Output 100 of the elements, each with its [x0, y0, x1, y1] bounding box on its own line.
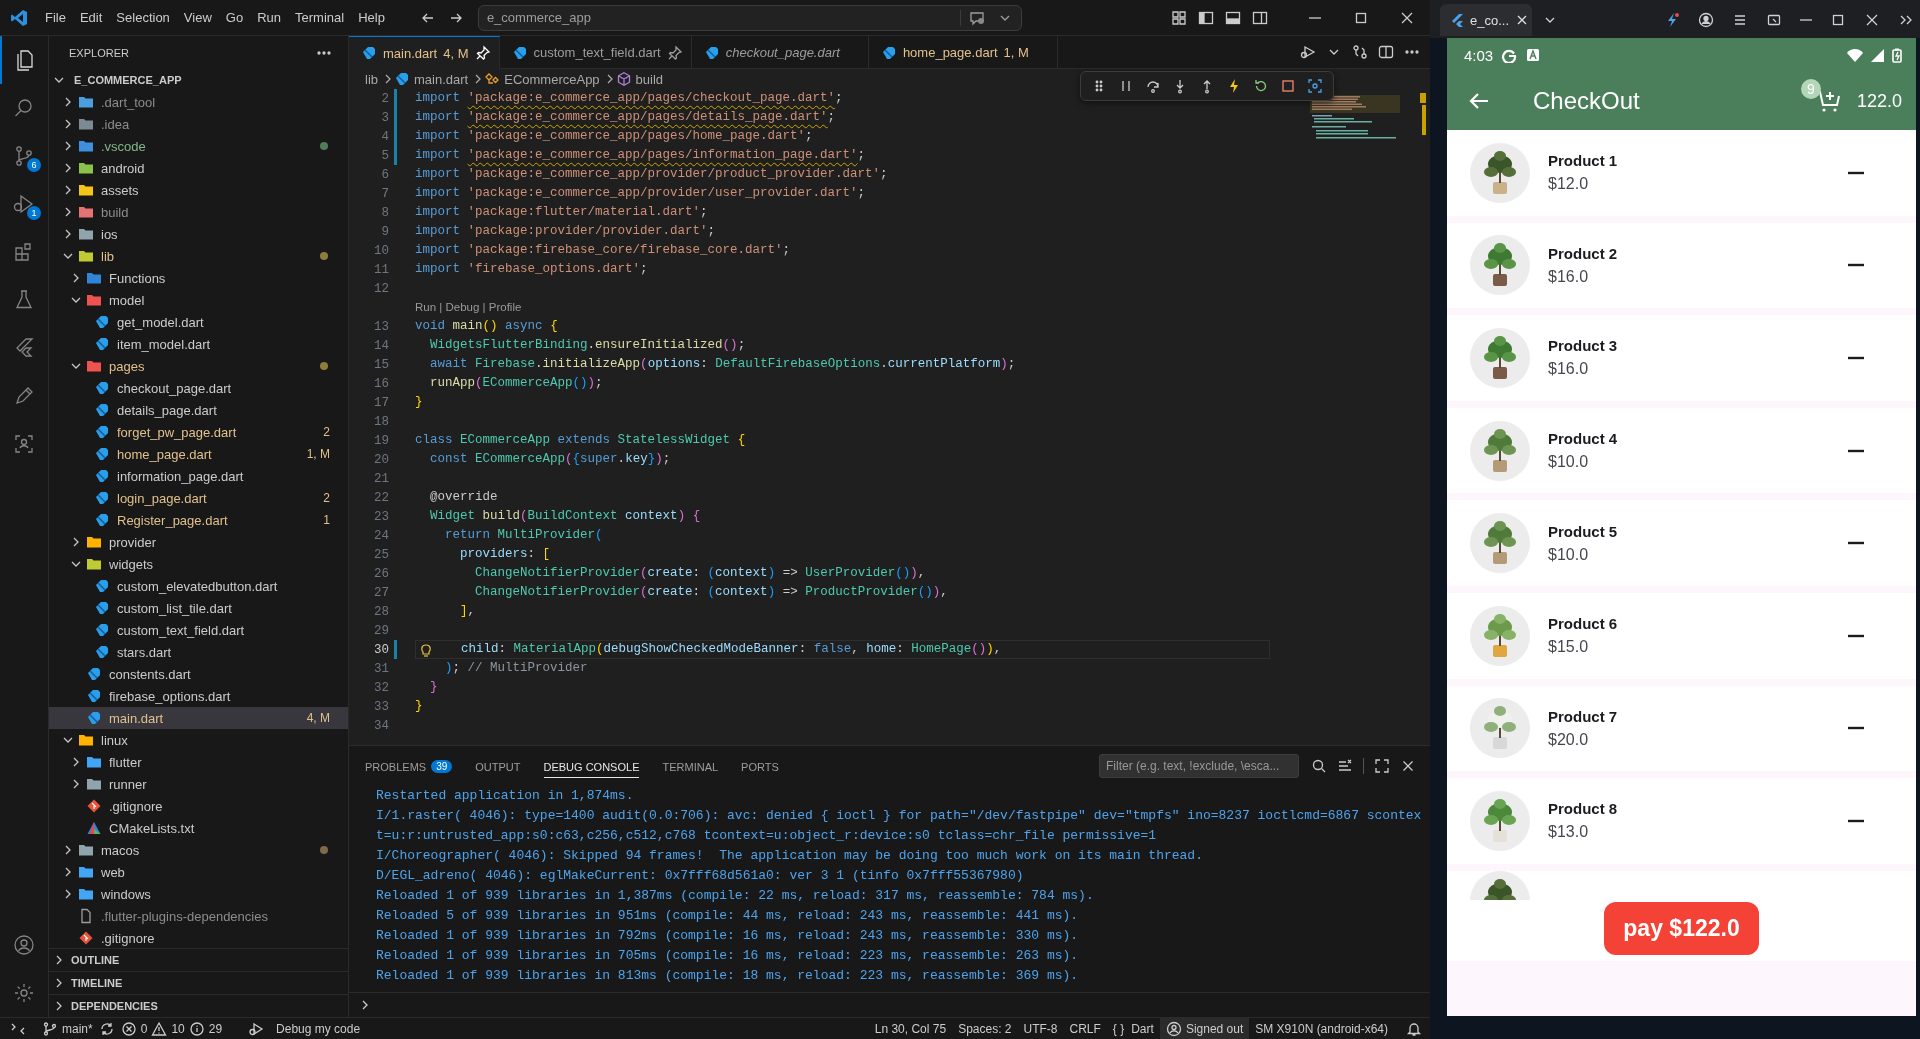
code-line: await Firebase.initializeApp(options: DefaultFirebaseOptions.currentPlatform); — [429, 356, 1016, 373]
code-line: } — [415, 394, 423, 411]
tree-item[interactable]: main.dart 4, M — [49, 707, 348, 729]
product-name: Product 4 — [1548, 430, 1619, 448]
tree-item[interactable]: runner — [49, 773, 348, 795]
tree-item[interactable]: forget_pw_page.dart 2 — [49, 421, 348, 443]
editor-tab[interactable]: home_page.dart 1, M — [868, 36, 1058, 68]
tree-item[interactable]: Functions — [49, 267, 348, 289]
tree-item[interactable]: build — [49, 201, 348, 223]
tree-item[interactable]: login_page.dart 2 — [49, 487, 348, 509]
panel-tab[interactable]: TERMINAL — [662, 754, 719, 778]
tree-item[interactable]: widgets — [49, 553, 348, 575]
editor-tab[interactable]: checkout_page.dart — [691, 36, 869, 68]
debug-status[interactable]: Debug my code — [242, 1018, 367, 1039]
panel-tab[interactable]: DEBUG CONSOLE — [543, 754, 640, 778]
tree-item[interactable]: .gitignore — [49, 795, 348, 817]
tree-item[interactable]: information_page.dart — [49, 465, 348, 487]
product-name: Product 5 — [1548, 522, 1619, 540]
tree-item[interactable]: custom_list_tile.dart — [49, 597, 348, 619]
product-name: Product 2 — [1548, 244, 1619, 262]
tree-item[interactable]: E_COMMERCE_APP — [49, 69, 348, 91]
tree-item[interactable]: firebase_options.dart — [49, 685, 348, 707]
activity-item[interactable]: 1 — [0, 180, 48, 228]
tree-item[interactable]: constents.dart — [49, 663, 348, 685]
browser-tab[interactable]: e_co... — [1440, 4, 1532, 36]
tree-item[interactable]: web — [49, 861, 348, 883]
console-line: Reloaded 1 of 939 libraries in 813ms (compile: 18 ms, reload: 223 ms, reassemble: 369 ms). — [376, 967, 1080, 985]
tree-item[interactable]: Register_page.dart 1 — [49, 509, 348, 531]
tree-item[interactable]: flutter — [49, 751, 348, 773]
command-center[interactable]: e_commerce_app — [477, 4, 1022, 31]
code-line: import 'package:flutter/material.dart'; — [415, 204, 708, 221]
tree-item[interactable]: lib — [49, 245, 348, 267]
menu-item[interactable]: Selection — [109, 7, 177, 28]
line-number: 32 — [373, 680, 389, 695]
code-line: WidgetsFlutterBinding.ensureInitialized(); — [429, 337, 746, 354]
status-item[interactable]: SM X910N (android-x64) — [1249, 1018, 1394, 1039]
tree-item[interactable]: macos — [49, 839, 348, 861]
line-number: 2 — [380, 91, 389, 106]
menu-item[interactable]: File — [38, 7, 73, 28]
codelens[interactable]: Run | Debug | Profile — [415, 298, 522, 317]
status-item[interactable]: Ln 30, Col 75 — [868, 1018, 953, 1039]
tree-item[interactable]: linux — [49, 729, 348, 751]
menu-item[interactable]: View — [176, 7, 219, 28]
status-item[interactable]: UTF-8 — [1017, 1018, 1064, 1039]
tree-item[interactable]: custom_text_field.dart — [49, 619, 348, 641]
status-item[interactable]: CRLF — [1063, 1018, 1107, 1039]
product-price: $20.0 — [1548, 730, 1590, 749]
menu-item[interactable]: Help — [351, 7, 392, 28]
panel-tab[interactable]: PORTS — [741, 754, 779, 778]
tree-item[interactable]: custom_elevatedbutton.dart — [49, 575, 348, 597]
tree-item[interactable]: CMakeLists.txt — [49, 817, 348, 839]
menu-item[interactable]: Terminal — [288, 7, 352, 28]
filter-field[interactable]: Filter (e.g. text, !exclude, \esca... — [1099, 754, 1299, 778]
problems-status[interactable]: 0 10 29 — [114, 1018, 229, 1039]
tree-item[interactable]: checkout_page.dart — [49, 377, 348, 399]
code-line: class ECommerceApp extends StatelessWidget { — [415, 432, 746, 449]
tree-item[interactable]: android — [49, 157, 348, 179]
tree-item[interactable]: provider — [49, 531, 348, 553]
tree-item[interactable]: ios — [49, 223, 348, 245]
section-header[interactable]: TIMELINE — [49, 971, 348, 994]
tree-item[interactable]: get_model.dart — [49, 311, 348, 333]
pay-button[interactable]: pay $122.0 — [1604, 902, 1759, 955]
breadcrumb-item[interactable]: ECommerceApp — [484, 71, 600, 87]
line-number: 28 — [373, 604, 389, 619]
line-number: 12 — [373, 281, 389, 296]
editor-tab[interactable]: custom_text_field.dart — [499, 36, 692, 68]
tree-item[interactable]: assets — [49, 179, 348, 201]
panel-tab[interactable]: PROBLEMS 39 — [365, 754, 453, 778]
line-number: 23 — [373, 509, 389, 524]
tree-item[interactable]: stars.dart — [49, 641, 348, 663]
breadcrumb-item[interactable]: build — [615, 71, 664, 87]
menu-item[interactable]: Run — [250, 7, 288, 28]
tree-item[interactable]: item_model.dart — [49, 333, 348, 355]
tree-item[interactable]: pages — [49, 355, 348, 377]
status-item[interactable]: Spaces: 2 — [952, 1018, 1018, 1039]
tree-item[interactable]: .flutter-plugins-dependencies — [49, 905, 348, 927]
menu-item[interactable]: Go — [218, 7, 251, 28]
branch-status[interactable]: main* — [36, 1018, 99, 1039]
menu-item[interactable]: Edit — [72, 7, 110, 28]
editor-tab[interactable]: main.dart 4, M — [349, 36, 500, 69]
section-header[interactable]: OUTLINE — [49, 948, 348, 971]
product-name: Product 7 — [1548, 707, 1619, 725]
activity-item[interactable]: 6 — [0, 132, 48, 180]
product-price: $10.0 — [1548, 545, 1590, 564]
console-line: Reloaded 1 of 939 libraries in 705ms (compile: 16 ms, reload: 223 ms, reassemble: 263 ms). — [376, 947, 1080, 965]
tree-item[interactable]: windows — [49, 883, 348, 905]
tree-item[interactable]: .dart_tool — [49, 91, 348, 113]
account-status[interactable]: Signed out — [1159, 1018, 1250, 1039]
tree-item[interactable]: model — [49, 289, 348, 311]
tree-item[interactable]: details_page.dart — [49, 399, 348, 421]
breadcrumb-item[interactable]: lib — [365, 71, 378, 87]
tree-item[interactable]: .idea — [49, 113, 348, 135]
language-status[interactable]: { } Dart — [1106, 1018, 1160, 1039]
panel-tab[interactable]: OUTPUT — [475, 754, 521, 778]
breadcrumb-item[interactable]: main.dart — [394, 71, 469, 87]
line-number: 19 — [373, 433, 389, 448]
code-line: import 'package:e_commerce_app/pages/checkout_page.dart'; — [415, 90, 843, 107]
tree-item[interactable]: .vscode — [49, 135, 348, 157]
tree-item[interactable]: home_page.dart 1, M — [49, 443, 348, 465]
tree-item[interactable]: .gitignore — [49, 927, 348, 948]
